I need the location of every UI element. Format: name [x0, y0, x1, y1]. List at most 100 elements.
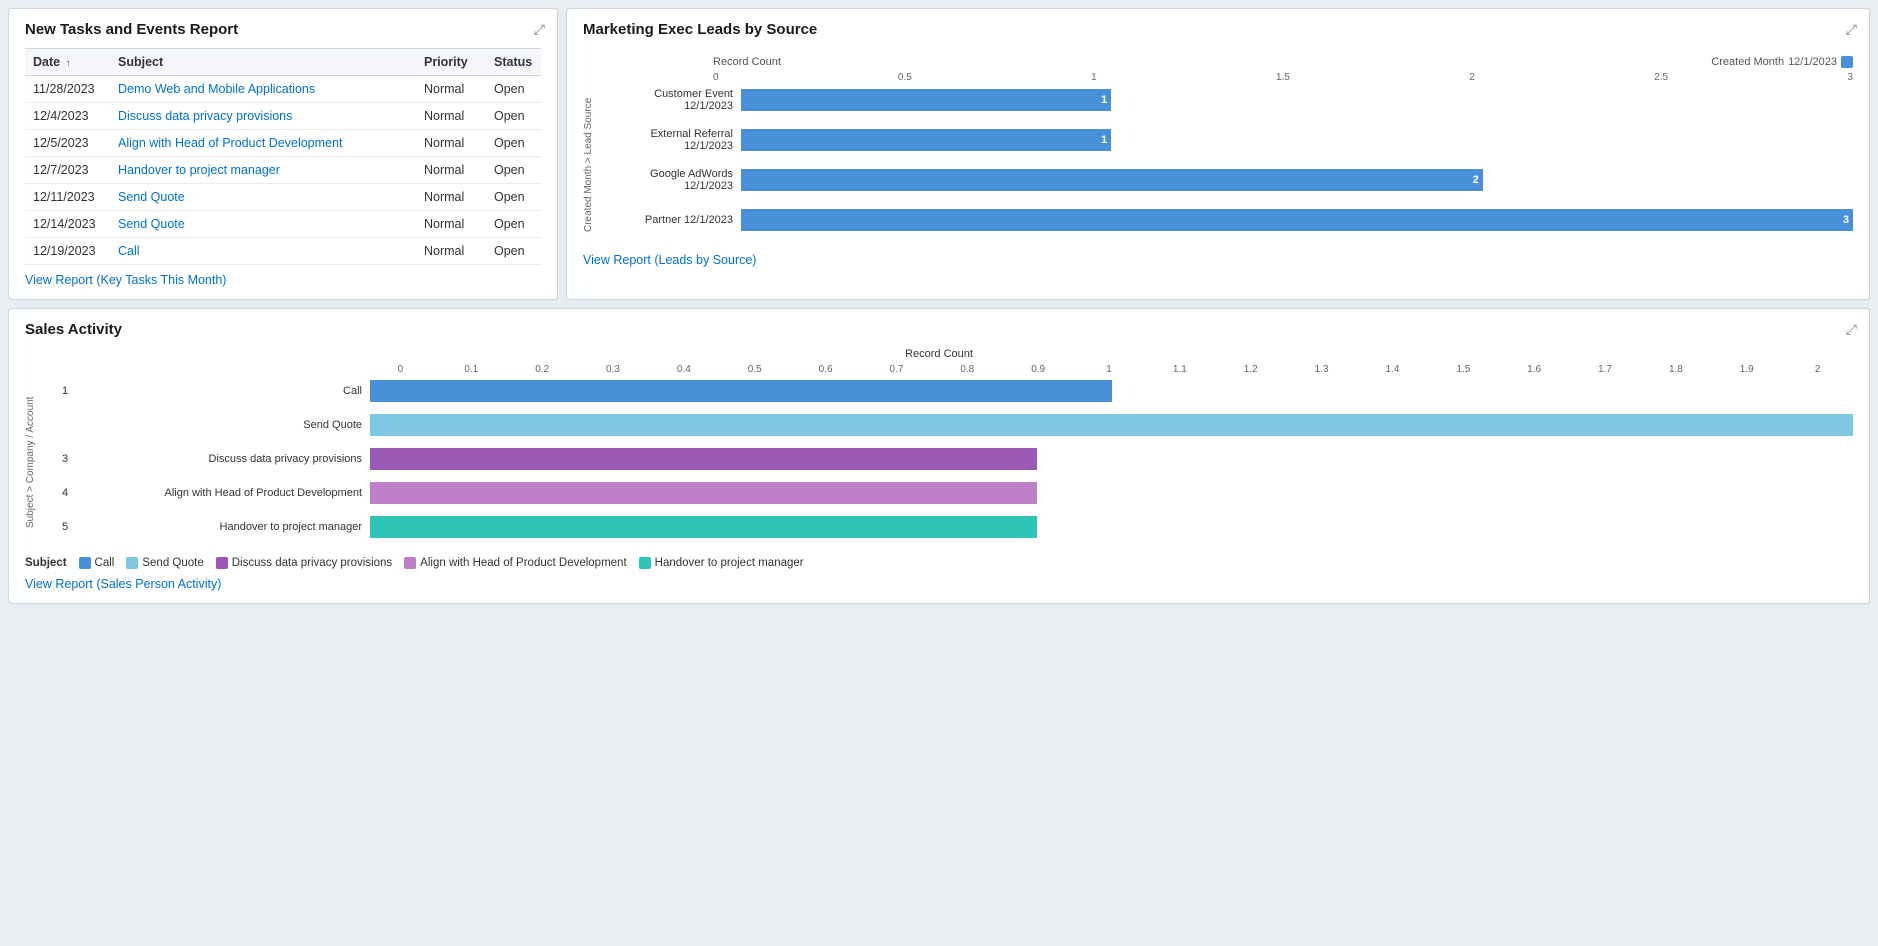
sales-legend-item: Align with Head of Product Development [404, 557, 626, 569]
created-month-label: Created Month [1711, 56, 1784, 68]
sales-bar-fill [370, 482, 1037, 504]
marketing-x-ticks: 0 0.5 1 1.5 2 2.5 3 [583, 72, 1853, 83]
tasks-table: Date ↑ Subject Priority Status 11/28/202… [25, 48, 541, 265]
marketing-bar-row: External Referral 12/1/2023 1 [611, 125, 1853, 155]
task-priority: Normal [416, 157, 486, 184]
tasks-expand-icon[interactable]: ⤢ [534, 21, 545, 38]
dashboard: New Tasks and Events Report ⤢ Date ↑ Sub… [8, 8, 1870, 604]
table-row: 12/5/2023 Align with Head of Product Dev… [25, 130, 541, 157]
table-row: 12/4/2023 Discuss data privacy provision… [25, 103, 541, 130]
tasks-panel: New Tasks and Events Report ⤢ Date ↑ Sub… [8, 8, 558, 300]
legend-color-box [216, 557, 228, 569]
table-row: 12/11/2023 Send Quote Normal Open [25, 184, 541, 211]
marketing-bar-label: External Referral 12/1/2023 [611, 128, 741, 152]
sort-arrow: ↑ [66, 58, 71, 69]
sales-legend-subject-label: Subject [25, 557, 67, 569]
sales-bars-wrapper: 1 Call Send Quote 3 Discuss data privacy… [55, 377, 1853, 547]
col-subject: Subject [110, 49, 416, 76]
sales-expand-icon[interactable]: ⤢ [1846, 321, 1857, 338]
table-row: 12/7/2023 Handover to project manager No… [25, 157, 541, 184]
marketing-expand-icon[interactable]: ⤢ [1846, 21, 1857, 38]
legend-label: Discuss data privacy provisions [232, 557, 392, 569]
marketing-bar-track: 1 [741, 129, 1853, 151]
sales-legend: Call Send Quote Discuss data privacy pro… [79, 557, 804, 569]
task-subject[interactable]: Discuss data privacy provisions [110, 103, 416, 130]
task-status: Open [486, 184, 541, 211]
task-subject[interactable]: Align with Head of Product Development [110, 130, 416, 157]
marketing-bar-track: 2 [741, 169, 1853, 191]
sales-legend-row: Subject Call Send Quote Discuss data pri… [25, 557, 1853, 569]
sales-panel: Sales Activity ⤢ Record Count 00.10.20.3… [8, 308, 1870, 604]
sales-bar-row: 3 Discuss data privacy provisions [55, 445, 1853, 473]
task-subject[interactable]: Send Quote [110, 184, 416, 211]
marketing-panel-title: Marketing Exec Leads by Source [583, 21, 1853, 38]
task-priority: Normal [416, 76, 486, 103]
col-date[interactable]: Date ↑ [25, 49, 110, 76]
marketing-legend-date: Created Month 12/1/2023 [1711, 56, 1853, 68]
sales-bar-num: 1 [55, 385, 75, 397]
table-row: 11/28/2023 Demo Web and Mobile Applicati… [25, 76, 541, 103]
legend-label: Handover to project manager [655, 557, 804, 569]
sales-panel-title: Sales Activity [25, 321, 1853, 338]
sales-chart-body: Subject > Company / Account 1 Call Send … [25, 377, 1853, 547]
sales-bar-fill [370, 380, 1112, 402]
legend-label: Send Quote [142, 557, 203, 569]
sales-chart-area: Record Count 00.10.20.30.40.50.60.70.80.… [25, 348, 1853, 547]
sales-bar-track [370, 482, 1853, 504]
legend-label: Align with Head of Product Development [420, 557, 626, 569]
sales-bar-track [370, 516, 1853, 538]
task-date: 12/5/2023 [25, 130, 110, 157]
marketing-bar-fill: 3 [741, 209, 1853, 231]
sales-bar-label: Align with Head of Product Development [75, 487, 370, 499]
marketing-bar-track: 1 [741, 89, 1853, 111]
sales-bar-num: 4 [55, 487, 75, 499]
top-row: New Tasks and Events Report ⤢ Date ↑ Sub… [8, 8, 1870, 300]
tasks-view-report-link[interactable]: View Report (Key Tasks This Month) [25, 273, 226, 287]
sales-bar-row: 1 Call [55, 377, 1853, 405]
task-subject[interactable]: Demo Web and Mobile Applications [110, 76, 416, 103]
sales-bar-label: Call [75, 385, 370, 397]
legend-color-box [126, 557, 138, 569]
sales-x-ticks-row: 00.10.20.30.40.50.60.70.80.911.11.21.31.… [25, 364, 1853, 375]
marketing-bar-label: Google AdWords 12/1/2023 [611, 168, 741, 192]
task-subject[interactable]: Call [110, 238, 416, 265]
table-row: 12/14/2023 Send Quote Normal Open [25, 211, 541, 238]
legend-date-value: 12/1/2023 [1788, 56, 1837, 68]
tasks-panel-title: New Tasks and Events Report [25, 21, 541, 38]
legend-color-box [639, 557, 651, 569]
table-row: 12/19/2023 Call Normal Open [25, 238, 541, 265]
sales-bar-row: 4 Align with Head of Product Development [55, 479, 1853, 507]
sales-bar-row: 5 Handover to project manager [55, 513, 1853, 541]
task-subject[interactable]: Send Quote [110, 211, 416, 238]
sales-bar-label: Send Quote [75, 419, 370, 431]
col-priority: Priority [416, 49, 486, 76]
marketing-chart-body: Created Month > Lead Source Customer Eve… [583, 85, 1853, 245]
task-subject[interactable]: Handover to project manager [110, 157, 416, 184]
legend-color-box [404, 557, 416, 569]
marketing-chart-area: Record Count Created Month 12/1/2023 0 0… [583, 48, 1853, 245]
sales-bar-track [370, 380, 1853, 402]
marketing-view-report-link[interactable]: View Report (Leads by Source) [583, 253, 756, 267]
marketing-bar-label: Customer Event 12/1/2023 [611, 88, 741, 112]
sales-view-report-link[interactable]: View Report (Sales Person Activity) [25, 577, 221, 591]
sales-bar-fill [370, 414, 1853, 436]
marketing-bar-fill: 2 [741, 169, 1483, 191]
task-priority: Normal [416, 211, 486, 238]
task-date: 12/7/2023 [25, 157, 110, 184]
sales-record-count-label: Record Count [25, 348, 1853, 360]
marketing-bar-value: 1 [1101, 94, 1107, 106]
sales-legend-item: Call [79, 557, 115, 569]
marketing-bar-row: Google AdWords 12/1/2023 2 [611, 165, 1853, 195]
sales-bar-track [370, 448, 1853, 470]
task-date: 12/4/2023 [25, 103, 110, 130]
task-status: Open [486, 103, 541, 130]
marketing-bar-fill: 1 [741, 89, 1111, 111]
sales-legend-item: Discuss data privacy provisions [216, 557, 392, 569]
col-status: Status [486, 49, 541, 76]
sales-bar-label: Discuss data privacy provisions [75, 453, 370, 465]
marketing-bar-value: 2 [1473, 174, 1479, 186]
record-count-label: Record Count [713, 56, 781, 68]
marketing-panel: Marketing Exec Leads by Source ⤢ Record … [566, 8, 1870, 300]
sales-bar-row: Send Quote [55, 411, 1853, 439]
sales-bar-fill [370, 516, 1037, 538]
